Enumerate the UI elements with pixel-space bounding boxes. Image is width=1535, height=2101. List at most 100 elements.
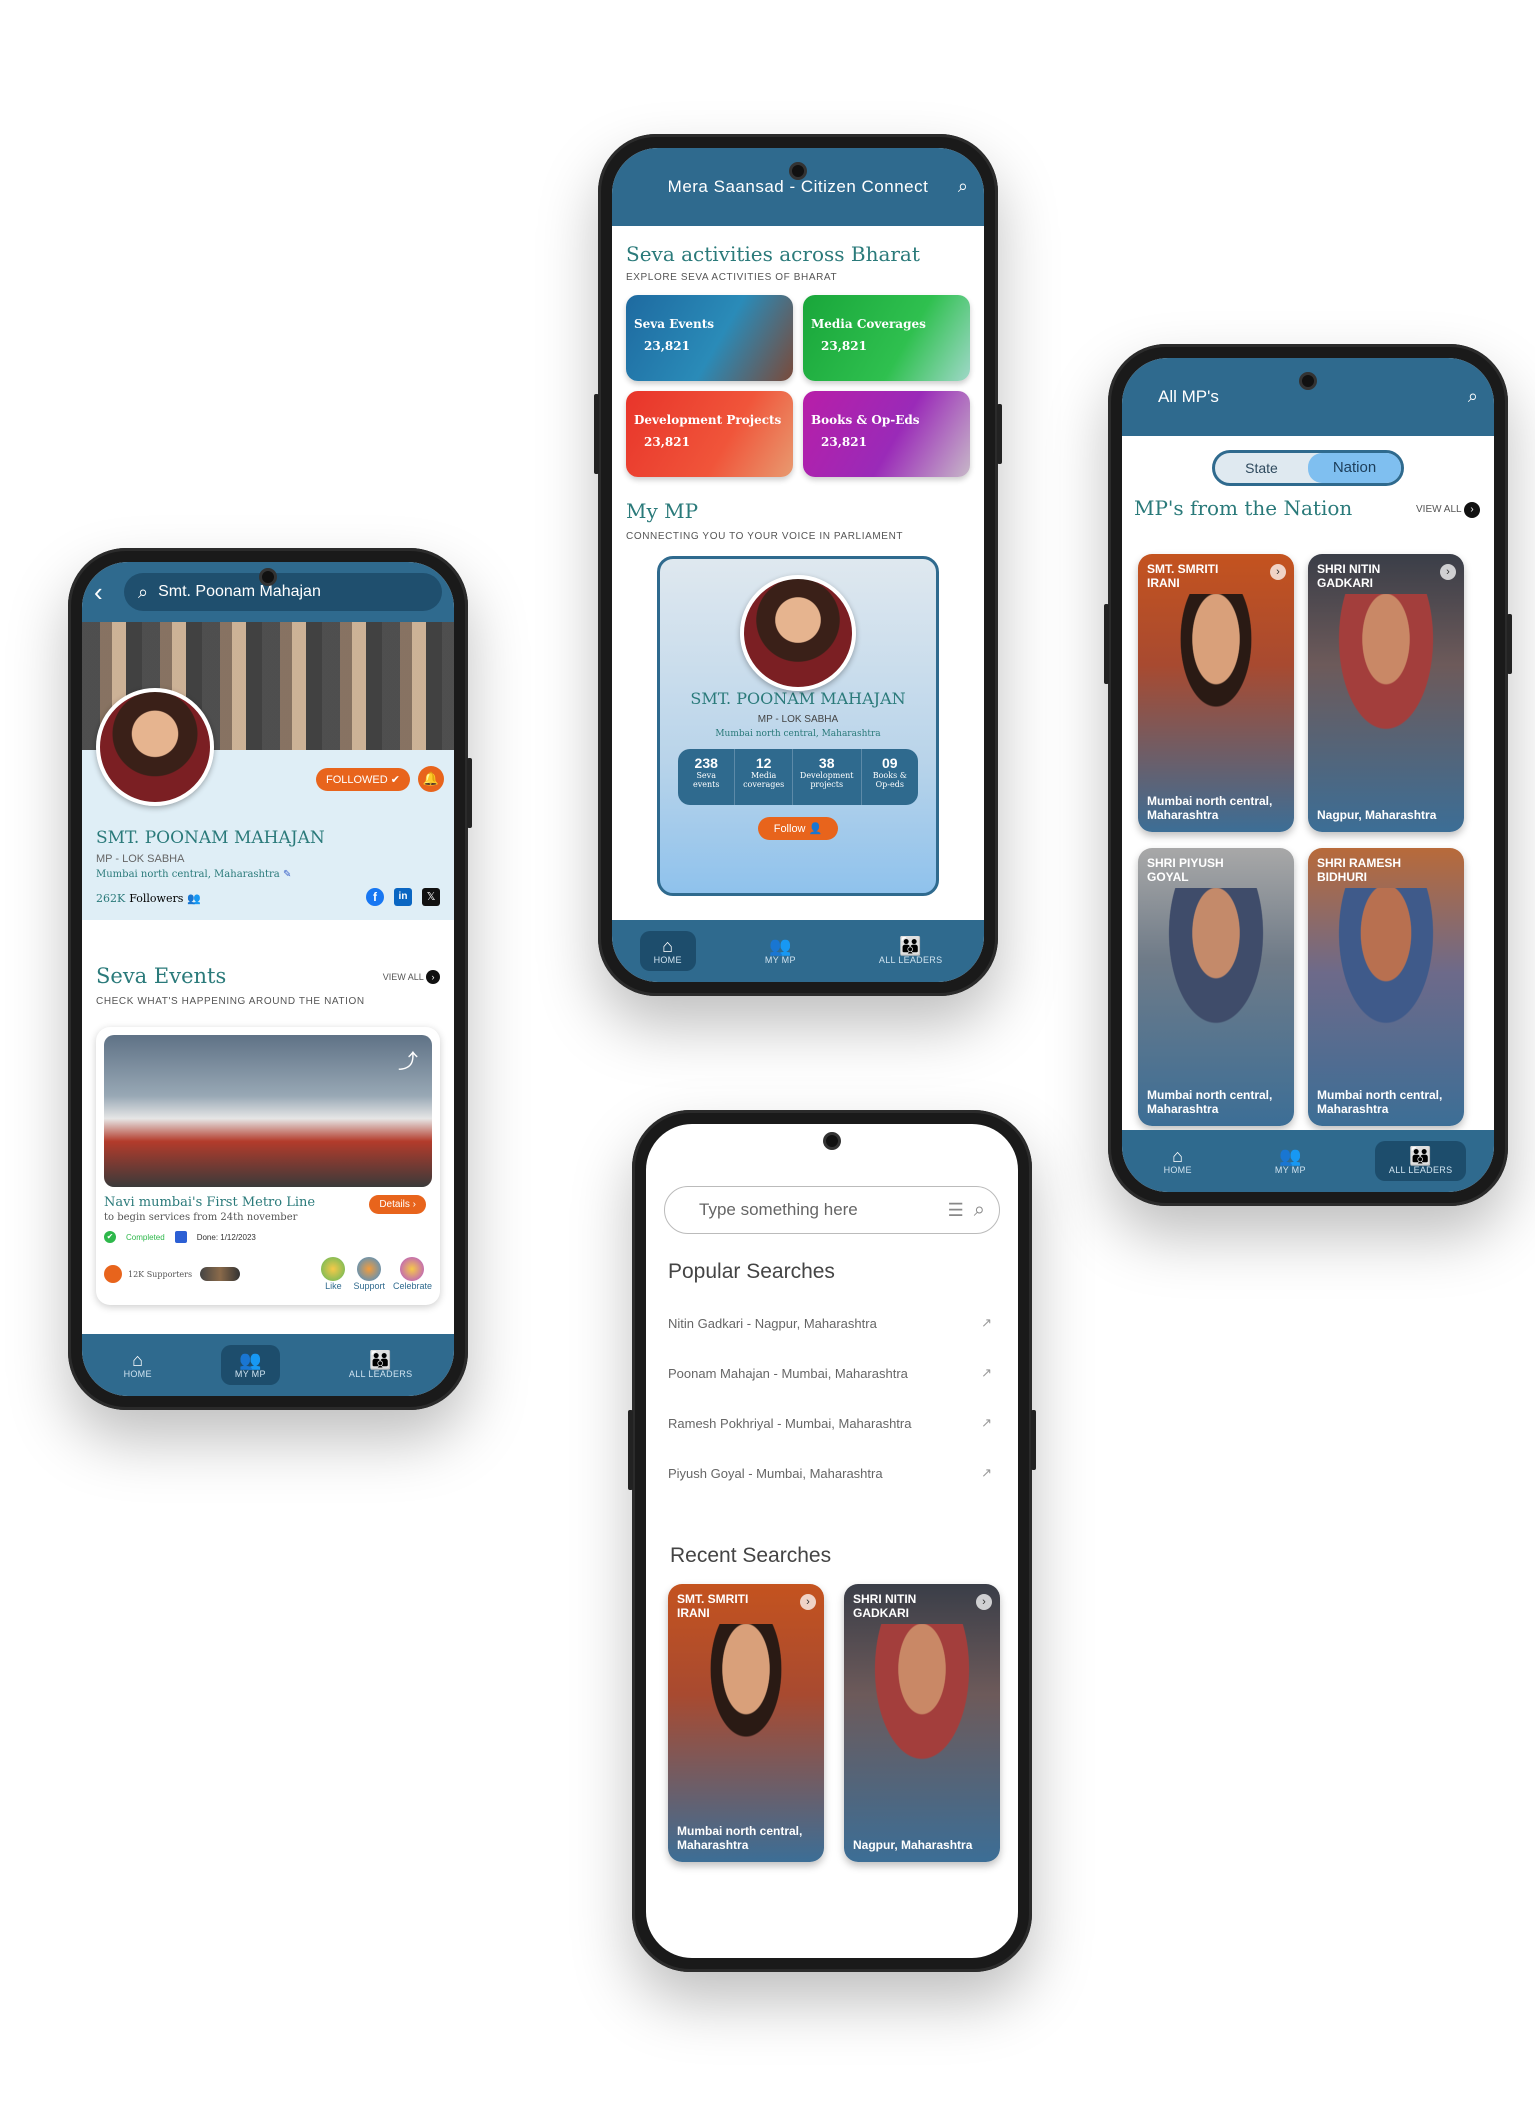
mp-role: MP - LOK SABHA <box>757 714 839 725</box>
recent-card-smriti-irani[interactable]: SMT. SMRITI IRANI › Mumbai north central… <box>668 1584 824 1862</box>
edit-icon[interactable]: ✎ <box>283 869 291 880</box>
nav-home[interactable]: ⌂ HOME <box>639 931 696 971</box>
group-icon: 👪 <box>899 936 922 956</box>
like-icon <box>321 1257 346 1281</box>
event-image: ⤴ <box>104 1035 432 1187</box>
celebrate-button[interactable]: Celebrate <box>393 1257 432 1291</box>
home-icon: ⌂ <box>132 1350 144 1370</box>
chevron-right-icon: › <box>976 1594 992 1610</box>
follow-button[interactable]: Follow 👤 <box>757 817 839 840</box>
toggle-nation[interactable]: Nation <box>1308 453 1401 483</box>
my-mp-subtitle: CONNECTING YOU TO YOUR VOICE IN PARLIAME… <box>626 531 904 542</box>
nav-my-mp[interactable]: 👥 MY MP <box>1261 1141 1320 1181</box>
people-icon: 👥 <box>187 893 202 905</box>
popular-item[interactable]: Ramesh Pokhriyal - Mumbai, Maharashtra ↗ <box>668 1398 992 1448</box>
toggle-state[interactable]: State <box>1215 453 1308 483</box>
state-nation-toggle[interactable]: State Nation <box>1212 450 1404 486</box>
search-icon[interactable]: ⌕ <box>958 176 968 197</box>
my-mp-card[interactable]: SMT. POONAM MAHAJAN MP - LOK SABHA Mumba… <box>657 556 939 896</box>
profile-screen: ‹ ⌕ Smt. Poonam Mahajan FOLLOWED ✔ 🔔 SMT… <box>82 562 454 1396</box>
search-input[interactable]: Type something here <box>699 1200 948 1220</box>
people-icon: 👥 <box>238 1350 262 1370</box>
notify-button[interactable]: 🔔 <box>418 766 444 792</box>
popular-item[interactable]: Nitin Gadkari - Nagpur, Maharashtra ↗ <box>668 1298 992 1348</box>
check-icon: ✔ <box>390 774 400 786</box>
profile-role: MP - LOK SABHA <box>96 853 185 865</box>
stat-development-projects: 38 Development projects <box>793 749 862 805</box>
facebook-icon[interactable]: f <box>366 888 384 906</box>
my-mp-title: My MP <box>626 499 699 523</box>
view-all-link[interactable]: VIEW ALL › <box>383 970 440 984</box>
recent-title: Recent Searches <box>670 1544 832 1567</box>
recent-card-nitin-gadkari[interactable]: SHRI NITIN GADKARI › Nagpur, Maharashtra <box>844 1584 1000 1862</box>
support-icon <box>357 1257 382 1281</box>
profile-info: FOLLOWED ✔ 🔔 SMT. POONAM MAHAJAN MP - LO… <box>82 688 454 920</box>
share-icon[interactable]: ⤴ <box>398 1045 418 1074</box>
search-bar[interactable]: Type something here ☰ ⌕ <box>664 1186 1000 1234</box>
home-header: Mera Saansad - Citizen Connect ⌕ <box>612 148 984 226</box>
section-title: Seva activities across Bharat <box>626 242 920 266</box>
home-icon: ⌂ <box>1172 1146 1184 1166</box>
nav-all-leaders[interactable]: 👪 ALL LEADERS <box>1374 1141 1467 1181</box>
completed-icon: ✔ <box>104 1231 116 1243</box>
nav-all-leaders[interactable]: 👪 ALL LEADERS <box>335 1345 427 1385</box>
mp-card-nitin-gadkari[interactable]: SHRI NITIN GADKARI › Nagpur, Maharashtra <box>1308 554 1464 832</box>
portrait <box>1161 594 1271 744</box>
mp-card-ramesh-bidhuri[interactable]: SHRI RAMESH BIDHURI Mumbai north central… <box>1308 848 1464 1126</box>
filter-icon[interactable]: ☰ <box>948 1200 964 1221</box>
back-icon[interactable]: ‹ <box>94 577 124 608</box>
followed-button[interactable]: FOLLOWED ✔ <box>315 768 410 791</box>
details-button[interactable]: Details › <box>369 1195 426 1214</box>
trending-icon: ↗ <box>981 1465 992 1480</box>
search-icon[interactable]: ⌕ <box>974 1199 985 1222</box>
tile-media-coverages[interactable]: Media Coverages 23,821 <box>803 295 970 381</box>
portrait <box>1161 888 1271 1038</box>
date-text: Done: 1/12/2023 <box>196 1232 256 1242</box>
x-icon[interactable]: 𝕏 <box>422 888 440 906</box>
tile-seva-events[interactable]: Seva Events 23,821 <box>626 295 793 381</box>
nav-all-leaders[interactable]: 👪 ALL LEADERS <box>865 931 957 971</box>
tile-development-projects[interactable]: Development Projects 23,821 <box>626 391 793 477</box>
stat-media-coverages: 12 Media coverages <box>735 749 793 805</box>
chevron-right-icon: › <box>800 1594 816 1610</box>
support-button[interactable]: Support <box>353 1257 385 1291</box>
search-screen: Type something here ☰ ⌕ Popular Searches… <box>646 1124 1018 1958</box>
nav-my-mp[interactable]: 👥 MY MP <box>751 931 810 971</box>
mp-card-piyush-goyal[interactable]: SHRI PIYUSH GOYAL Mumbai north central, … <box>1138 848 1294 1126</box>
people-icon: 👥 <box>1278 1146 1302 1166</box>
popular-list: Nitin Gadkari - Nagpur, Maharashtra ↗ Poo… <box>668 1298 992 1498</box>
app-title: Mera Saansad - Citizen Connect <box>667 177 929 196</box>
view-all-link[interactable]: VIEW ALL › <box>1416 502 1480 518</box>
popular-item[interactable]: Poonam Mahajan - Mumbai, Maharashtra ↗ <box>668 1348 992 1398</box>
mp-avatar <box>740 575 856 691</box>
event-card[interactable]: ⤴ Navi mumbai's First Metro Line to begi… <box>96 1027 440 1305</box>
nav-home[interactable]: ⌂ HOME <box>1150 1141 1206 1181</box>
page-title: All MP's <box>1158 387 1219 406</box>
profile-name: SMT. POONAM MAHAJAN <box>96 828 325 848</box>
nav-my-mp[interactable]: 👥 MY MP <box>220 1345 280 1385</box>
activity-tiles: Seva Events 23,821 Media Coverages 23,82… <box>626 295 970 477</box>
home-bottom-nav: ⌂ HOME 👥 MY MP 👪 ALL LEADERS <box>612 920 984 982</box>
search-bar[interactable]: ⌕ Smt. Poonam Mahajan <box>124 573 442 611</box>
popular-item[interactable]: Piyush Goyal - Mumbai, Maharashtra ↗ <box>668 1448 992 1498</box>
like-button[interactable]: Like <box>321 1257 346 1291</box>
portrait <box>1331 594 1441 744</box>
portrait <box>1331 888 1441 1038</box>
social-icons: f in 𝕏 <box>366 888 440 906</box>
avatar <box>96 688 214 806</box>
profile-constituency: Mumbai north central, Maharashtra ✎ <box>96 869 292 880</box>
phone-search: Type something here ☰ ⌕ Popular Searches… <box>628 1110 1036 1972</box>
group-icon: 👪 <box>1409 1146 1432 1166</box>
nav-home[interactable]: ⌂ HOME <box>110 1345 166 1385</box>
search-value: Smt. Poonam Mahajan <box>158 583 321 600</box>
event-status-row: ✔ Completed Done: 1/12/2023 <box>104 1231 432 1243</box>
tile-books-op-eds[interactable]: Books & Op-Eds 23,821 <box>803 391 970 477</box>
phone-all-mps: All MP's ⌕ State Nation MP's from the Na… <box>1104 344 1512 1206</box>
all-mps-bottom-nav: ⌂ HOME 👥 MY MP 👪 ALL LEADERS <box>1122 1130 1494 1192</box>
trending-icon: ↗ <box>981 1415 992 1430</box>
portrait <box>691 1624 801 1774</box>
linkedin-icon[interactable]: in <box>394 888 412 906</box>
search-icon[interactable]: ⌕ <box>1468 386 1478 407</box>
mp-card-smriti-irani[interactable]: SMT. SMRITI IRANI › Mumbai north central… <box>1138 554 1294 832</box>
chevron-right-icon: › <box>1440 564 1456 580</box>
